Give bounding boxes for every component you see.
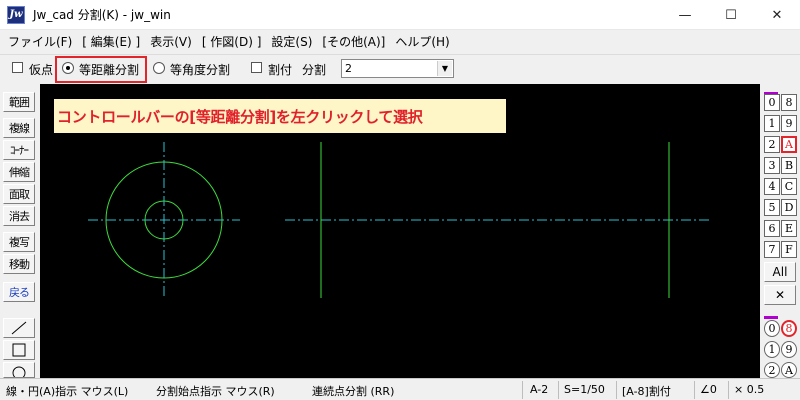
waritsuke-checkbox[interactable] [251, 62, 262, 73]
rectangle-icon [12, 343, 26, 357]
minimize-button[interactable]: — [662, 0, 708, 30]
status-bar: 線・円(A)指示 マウス(L) 分割始点指示 マウス(R) 連続点分割 (RR)… [0, 378, 800, 400]
menu-edit[interactable]: [ 編集(E) ] [78, 33, 146, 50]
layer-8[interactable]: 8 [781, 94, 797, 111]
status-zoom[interactable]: × 0.5 [734, 383, 764, 396]
layer-group-0[interactable]: 0 [764, 320, 780, 337]
waritsuke-label: 割付 [268, 63, 293, 77]
menu-bar: ファイル(F) [ 編集(E) ] 表示(V) [ 作図(D) ] 設定(S) … [0, 30, 800, 52]
layer-B[interactable]: B [781, 157, 797, 174]
layer-E[interactable]: E [781, 220, 797, 237]
layer-6[interactable]: 6 [764, 220, 780, 237]
status-paper-size[interactable]: A-2 [530, 383, 548, 396]
layer-group-9[interactable]: 9 [781, 341, 797, 358]
tool-range[interactable]: 範囲 [3, 92, 35, 112]
menu-draw[interactable]: [ 作図(D) ] [198, 33, 268, 50]
layer-7[interactable]: 7 [764, 241, 780, 258]
layer-group-2[interactable]: 2 [764, 362, 780, 378]
layer-9[interactable]: 9 [781, 115, 797, 132]
equal-angle-radio[interactable] [153, 62, 165, 74]
layer-C[interactable]: C [781, 178, 797, 195]
kariten-checkbox[interactable] [12, 62, 23, 73]
app-icon: Jw [7, 5, 25, 24]
status-separator [728, 381, 729, 399]
menu-settings[interactable]: 設定(S) [267, 33, 318, 50]
equal-division-radio[interactable] [62, 62, 74, 74]
control-bar: 仮点 等距離分割 等角度分割 割付 分割 2 ▼ [0, 54, 800, 84]
menu-view[interactable]: 表示(V) [146, 33, 198, 50]
tool-line[interactable] [3, 318, 35, 338]
close-button[interactable]: ✕ [754, 0, 800, 30]
layer-2[interactable]: 2 [764, 136, 780, 153]
status-scale[interactable]: S=1/50 [564, 383, 605, 396]
tool-chamfer[interactable]: 面取 [3, 184, 35, 204]
layer-panel: 0 8 1 9 2 A 3 B 4 C 5 D 6 E 7 F All ✕ 0 … [760, 84, 800, 378]
left-toolbar: 範囲 複線 ｺｰﾅｰ 伸縮 面取 消去 複写 移動 戻る [0, 84, 40, 378]
tool-corner[interactable]: ｺｰﾅｰ [3, 140, 35, 160]
circle-icon [12, 366, 26, 377]
division-count-select[interactable]: 2 ▼ [341, 59, 454, 78]
layer-F[interactable]: F [781, 241, 797, 258]
layer-5[interactable]: 5 [764, 199, 780, 216]
status-separator [522, 381, 523, 399]
title-bar: Jw Jw_cad 分割(K) - jw_win — ☐ ✕ [0, 0, 800, 30]
tool-offset-line[interactable]: 複線 [3, 118, 35, 138]
bunkatsu-label: 分割 [302, 63, 327, 77]
status-layer[interactable]: [A-8]割付 [622, 383, 671, 399]
layer-1[interactable]: 1 [764, 115, 780, 132]
layer-A[interactable]: A [781, 136, 797, 153]
division-count-value: 2 [345, 62, 352, 75]
layer-0[interactable]: 0 [764, 94, 780, 111]
status-angle[interactable]: ∠0 [700, 383, 717, 396]
equal-division-label[interactable]: 等距離分割 [79, 61, 139, 78]
status-left-hint: 線・円(A)指示 マウス(L) [6, 385, 129, 398]
kariten-label: 仮点 [29, 63, 54, 77]
maximize-button[interactable]: ☐ [708, 0, 754, 30]
status-separator [616, 381, 617, 399]
equal-angle-label[interactable]: 等角度分割 [170, 61, 230, 78]
menu-other[interactable]: [その他(A)] [318, 33, 391, 50]
chevron-down-icon[interactable]: ▼ [437, 61, 452, 76]
window-controls: — ☐ ✕ [662, 0, 800, 30]
drawing-canvas[interactable]: コントロールバーの[等距離分割]を左クリックして選択 [40, 84, 760, 378]
tool-move[interactable]: 移動 [3, 254, 35, 274]
tool-undo[interactable]: 戻る [3, 282, 35, 302]
status-separator [694, 381, 695, 399]
layer-group-A[interactable]: A [781, 362, 797, 378]
tool-copy[interactable]: 複写 [3, 232, 35, 252]
layer-D[interactable]: D [781, 199, 797, 216]
status-separator [558, 381, 559, 399]
window-title: Jw_cad 分割(K) - jw_win [33, 8, 171, 22]
line-icon [11, 321, 27, 335]
menu-help[interactable]: ヘルプ(H) [391, 33, 455, 50]
instruction-banner: コントロールバーの[等距離分割]を左クリックして選択 [54, 99, 506, 133]
layer-3[interactable]: 3 [764, 157, 780, 174]
layer-group-marker-2 [764, 316, 778, 319]
layer-cross-button[interactable]: ✕ [764, 285, 796, 305]
tool-erase[interactable]: 消去 [3, 206, 35, 226]
tool-rectangle[interactable] [3, 340, 35, 360]
tool-stretch[interactable]: 伸縮 [3, 162, 35, 182]
layer-group-1[interactable]: 1 [764, 341, 780, 358]
status-middle-hint: 分割始点指示 マウス(R) [156, 385, 275, 398]
layer-group-8[interactable]: 8 [781, 320, 797, 337]
layer-4[interactable]: 4 [764, 178, 780, 195]
tool-circle[interactable] [3, 362, 35, 378]
menu-file[interactable]: ファイル(F) [4, 33, 78, 50]
status-right-hint: 連続点分割 (RR) [312, 385, 395, 398]
layer-all-button[interactable]: All [764, 262, 796, 282]
